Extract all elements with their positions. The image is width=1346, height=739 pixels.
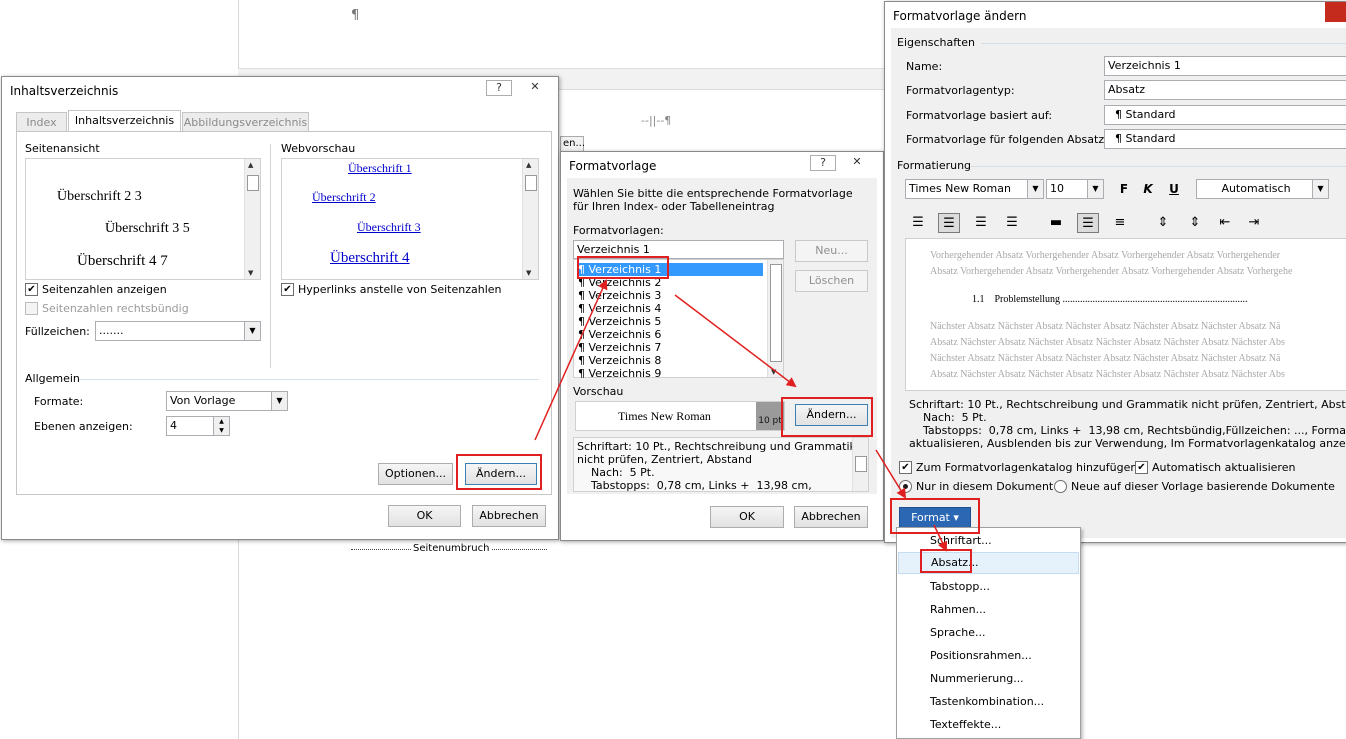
arrow-format-to-absatz [933, 524, 948, 552]
arrow-list-to-modify [674, 294, 797, 388]
annotation-arrows [534, 279, 948, 552]
arrow-toc-to-list [534, 279, 608, 441]
arrow-modify-to-format [875, 449, 907, 499]
